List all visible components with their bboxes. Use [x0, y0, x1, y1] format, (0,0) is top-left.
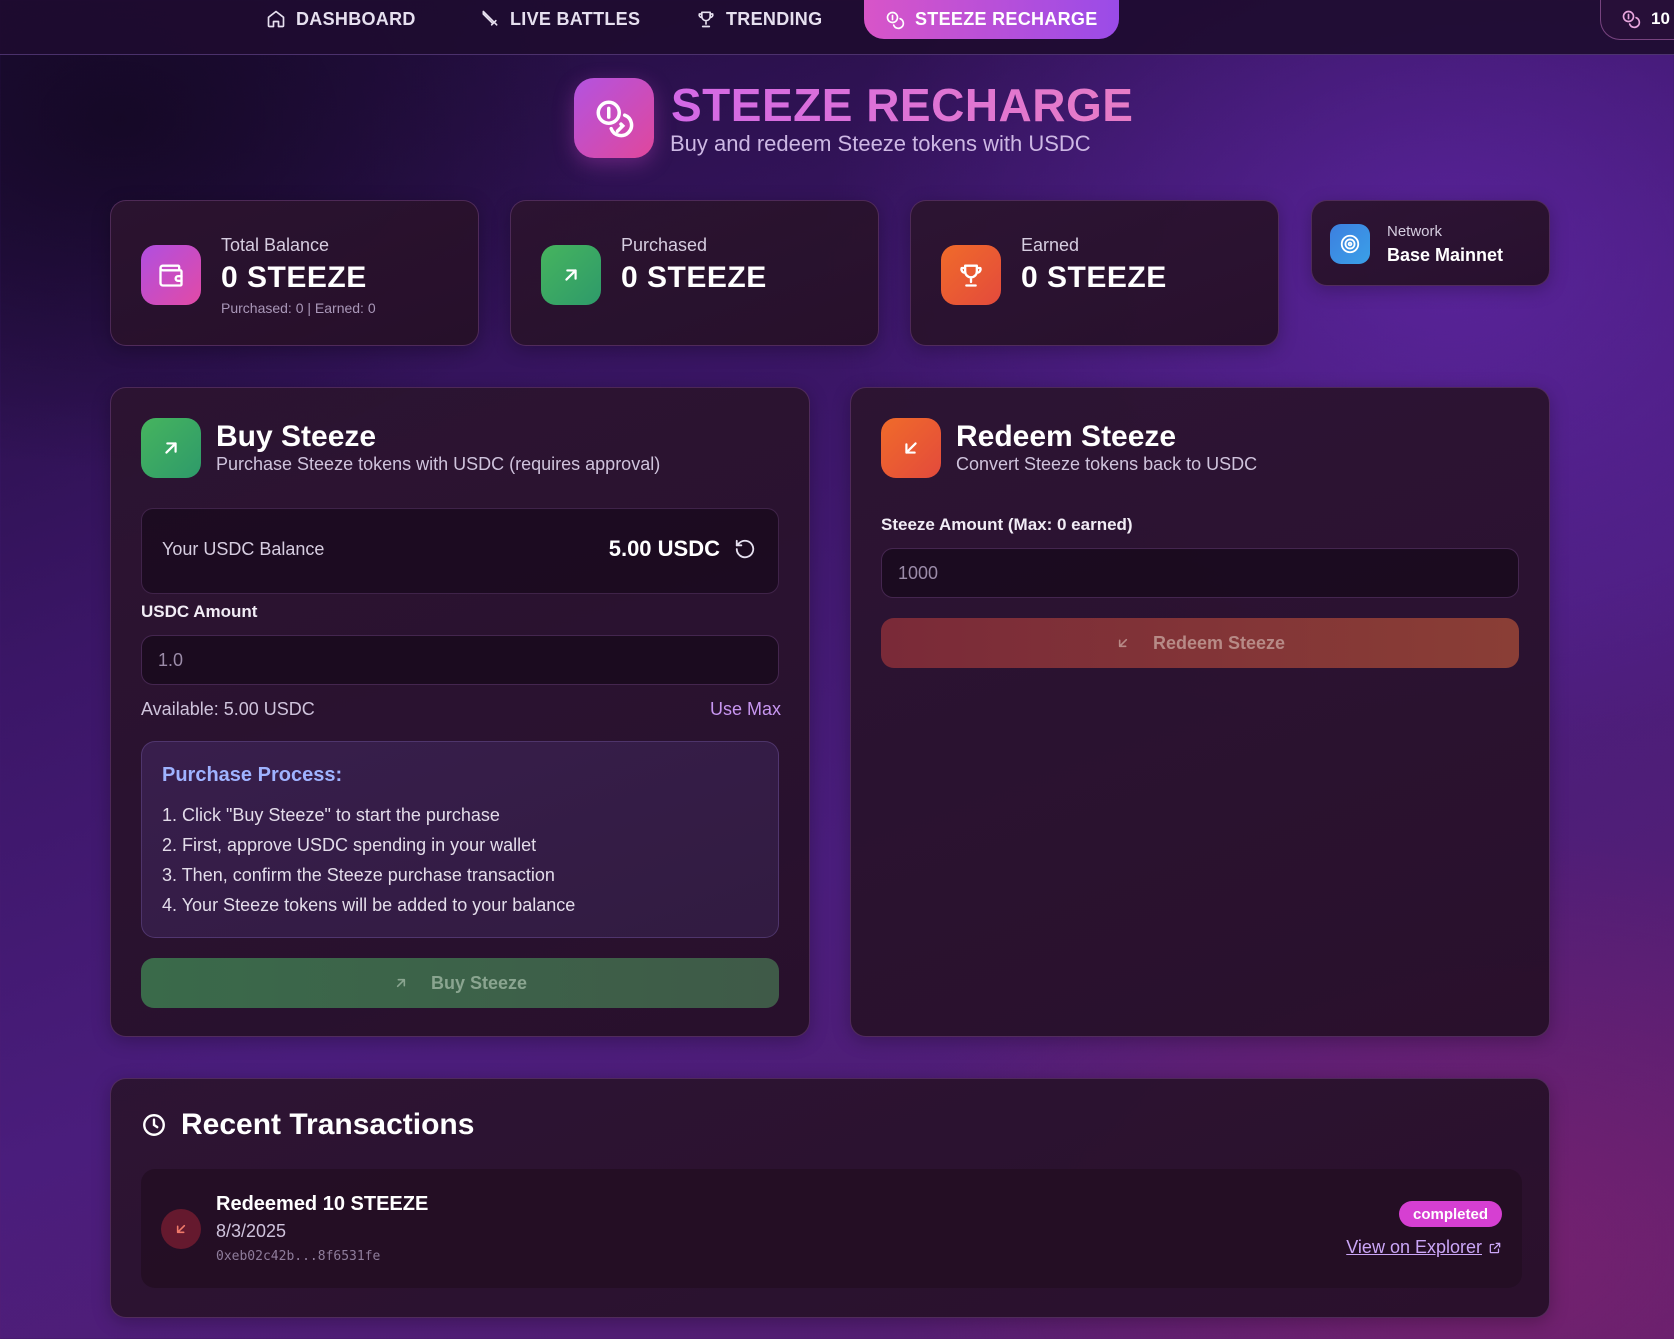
arrow-down-left-icon: [881, 418, 941, 478]
nav-steeze-recharge-label: STEEZE RECHARGE: [915, 9, 1098, 29]
trophy-icon: [941, 245, 1001, 305]
total-balance-card: Total Balance 0 STEEZE Purchased: 0 | Ea…: [110, 200, 479, 346]
buy-steeze-button-label: Buy Steeze: [430, 972, 528, 993]
nav-dashboard[interactable]: DASHBOARD: [266, 0, 416, 38]
transaction-date: 8/3/2025: [216, 1221, 287, 1241]
process-step: 1. Click "Buy Steeze" to start the purch…: [162, 805, 500, 825]
wallet-icon: [141, 245, 201, 305]
available-balance: Available: 5.00 USDC: [141, 699, 315, 719]
nav-dashboard-label: DASHBOARD: [296, 8, 416, 29]
purchase-process-box: Purchase Process: 1. Click "Buy Steeze" …: [141, 741, 779, 938]
top-nav: DASHBOARD LIVE BATTLES TRENDING STEEZE R…: [0, 0, 1674, 55]
arrow-up-right-icon: [141, 418, 201, 478]
transaction-title: Redeemed 10 STEEZE: [216, 1193, 429, 1215]
usdc-balance-value: 5.00 USDC: [608, 536, 720, 561]
view-on-explorer-label: View on Explorer: [1346, 1237, 1482, 1257]
redeem-steeze-button-label: Redeem Steeze: [1152, 632, 1286, 653]
purchased-card: Purchased 0 STEEZE: [510, 200, 879, 346]
total-balance-breakdown: Purchased: 0 | Earned: 0: [221, 300, 376, 316]
recent-transactions-title: Recent Transactions: [181, 1108, 475, 1141]
redeem-steeze-panel: Redeem Steeze Convert Steeze tokens back…: [850, 387, 1550, 1037]
network-value: Base Mainnet: [1387, 245, 1504, 265]
earned-card: Earned 0 STEEZE: [910, 200, 1279, 346]
redeem-panel-subtitle: Convert Steeze tokens back to USDC: [956, 454, 1258, 474]
purchased-value: 0 STEEZE: [621, 261, 767, 294]
process-step: 4. Your Steeze tokens will be added to y…: [162, 895, 576, 915]
page-subtitle: Buy and redeem Steeze tokens with USDC: [670, 131, 1091, 156]
view-on-explorer-link[interactable]: View on Explorer: [1346, 1237, 1502, 1258]
sword-icon: [482, 10, 498, 26]
network-label: Network: [1387, 223, 1443, 240]
earned-value: 0 STEEZE: [1021, 261, 1167, 294]
coin-balance-pill[interactable]: 10: [1600, 0, 1674, 40]
trophy-icon: [698, 11, 714, 28]
process-step: 2. First, approve USDC spending in your …: [162, 835, 537, 855]
usdc-balance-box: Your USDC Balance 5.00 USDC: [141, 508, 779, 594]
transaction-hash: 0xeb02c42b...8f6531fe: [216, 1249, 381, 1264]
transaction-row[interactable]: Redeemed 10 STEEZE 8/3/2025 0xeb02c42b..…: [141, 1169, 1522, 1288]
external-link-icon: [1489, 1242, 1501, 1253]
arrow-up-right-icon: [396, 978, 406, 988]
header-coins-icon: [574, 78, 654, 158]
buy-steeze-button[interactable]: Buy Steeze: [141, 958, 779, 1008]
steeze-amount-input[interactable]: [881, 548, 1519, 598]
refresh-icon[interactable]: [734, 538, 756, 560]
usdc-balance-label: Your USDC Balance: [162, 539, 325, 559]
steeze-amount-label: Steeze Amount (Max: 0 earned): [881, 515, 1133, 534]
usdc-amount-input[interactable]: [141, 635, 779, 685]
process-step: 3. Then, confirm the Steeze purchase tra…: [162, 865, 555, 885]
status-badge: completed: [1398, 1201, 1502, 1227]
home-icon: [267, 10, 285, 28]
clock-icon: [141, 1112, 167, 1143]
coins-icon: [1622, 10, 1641, 29]
nav-live-battles[interactable]: LIVE BATTLES: [480, 0, 640, 38]
coin-balance-value: 10: [1651, 9, 1670, 28]
page-title: STEEZE RECHARGE: [671, 79, 1134, 131]
buy-panel-title: Buy Steeze: [216, 420, 377, 453]
recent-transactions-panel: Recent Transactions Redeemed 10 STEEZE 8…: [110, 1078, 1550, 1318]
usdc-amount-label: USDC Amount: [141, 602, 258, 621]
arrow-up-right-icon: [541, 245, 601, 305]
total-balance-value: 0 STEEZE: [221, 261, 367, 294]
network-icon: [1330, 224, 1370, 264]
total-balance-label: Total Balance: [221, 235, 330, 255]
arrow-down-left-icon: [1118, 638, 1128, 648]
nav-trending[interactable]: TRENDING: [696, 0, 822, 38]
buy-panel-subtitle: Purchase Steeze tokens with USDC (requir…: [216, 454, 661, 474]
use-max-link[interactable]: Use Max: [710, 699, 781, 720]
redeem-steeze-button[interactable]: Redeem Steeze: [881, 618, 1519, 668]
coins-icon: [886, 11, 905, 29]
redeem-panel-title: Redeem Steeze: [956, 420, 1177, 453]
purchase-process-title: Purchase Process:: [162, 764, 343, 786]
buy-steeze-panel: Buy Steeze Purchase Steeze tokens with U…: [110, 387, 810, 1037]
earned-label: Earned: [1021, 235, 1080, 255]
nav-steeze-recharge[interactable]: STEEZE RECHARGE: [864, 0, 1119, 39]
arrow-down-left-icon: [161, 1209, 201, 1249]
network-card: Network Base Mainnet: [1311, 200, 1550, 286]
nav-trending-label: TRENDING: [726, 8, 823, 29]
nav-live-battles-label: LIVE BATTLES: [510, 8, 641, 29]
purchased-label: Purchased: [621, 235, 708, 255]
